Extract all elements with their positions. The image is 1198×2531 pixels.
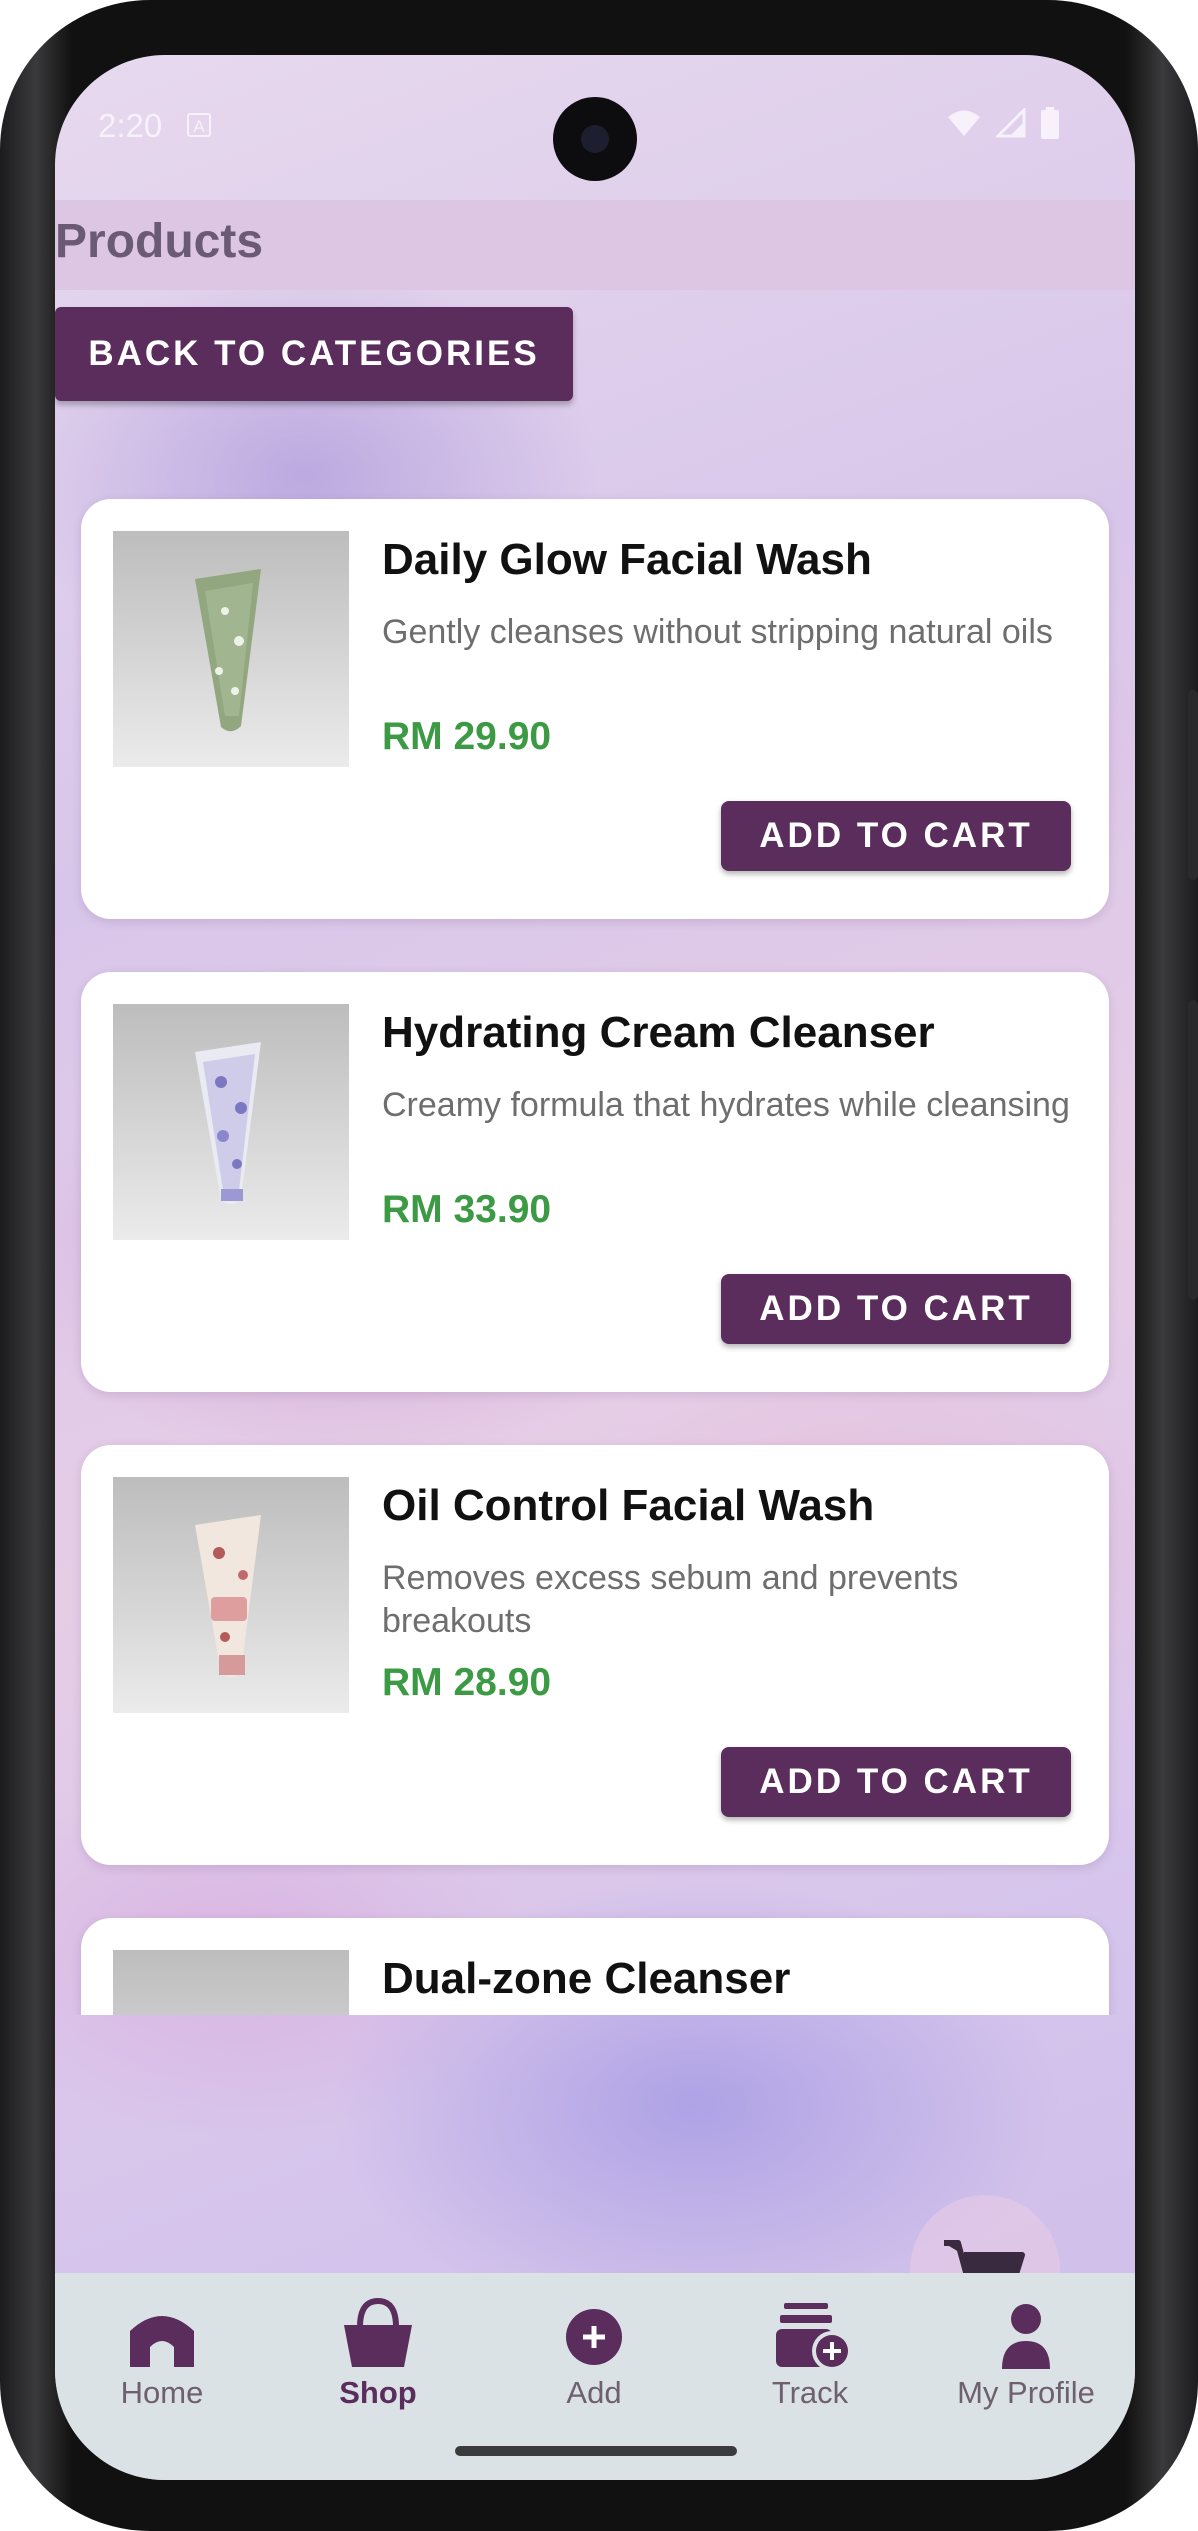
product-image bbox=[113, 1950, 349, 2015]
add-to-cart-button[interactable]: ADD TO CART bbox=[721, 1747, 1071, 1817]
nav-item-track[interactable]: Track bbox=[710, 2295, 910, 2410]
page-title: Products bbox=[55, 215, 264, 268]
product-price: RM 28.90 bbox=[382, 1661, 552, 1704]
back-to-categories-button[interactable]: BACK TO CATEGORIES bbox=[55, 307, 573, 401]
signal-icon bbox=[996, 108, 1026, 138]
product-name: Oil Control Facial Wash bbox=[382, 1481, 875, 1530]
shopping-bag-icon bbox=[344, 2297, 412, 2367]
nav-label: Shop bbox=[339, 2375, 417, 2410]
nav-item-my-profile[interactable]: My Profile bbox=[926, 2295, 1126, 2410]
product-list[interactable]: Daily Glow Facial Wash Gently cleanses w… bbox=[55, 415, 1135, 2015]
product-price: RM 29.90 bbox=[382, 715, 552, 758]
add-circle-icon bbox=[566, 2309, 622, 2365]
nav-item-home[interactable]: Home bbox=[62, 2295, 262, 2410]
add-to-cart-button[interactable]: ADD TO CART bbox=[721, 1274, 1071, 1344]
person-icon bbox=[1002, 2304, 1050, 2369]
screen: 2:20 A Products BACK TO CATEGORIES Daily… bbox=[55, 55, 1135, 2480]
product-card: Daily Glow Facial Wash Gently cleanses w… bbox=[81, 499, 1109, 919]
product-name: Dual-zone Cleanser bbox=[382, 1954, 791, 2003]
product-image bbox=[113, 1004, 349, 1240]
nav-label: My Profile bbox=[957, 2375, 1095, 2410]
product-name: Daily Glow Facial Wash bbox=[382, 535, 872, 584]
power-button bbox=[1188, 1000, 1198, 1300]
wifi-icon bbox=[948, 110, 980, 136]
home-icon bbox=[130, 2316, 194, 2367]
product-description: Removes excess sebum and prevents breako… bbox=[382, 1559, 959, 1640]
nav-label: Add bbox=[566, 2375, 622, 2410]
volume-button bbox=[1188, 690, 1198, 880]
product-card: Oil Control Facial Wash Removes excess s… bbox=[81, 1445, 1109, 1865]
product-name: Hydrating Cream Cleanser bbox=[382, 1008, 935, 1057]
phone-frame: 2:20 A Products BACK TO CATEGORIES Daily… bbox=[0, 0, 1198, 2531]
bottom-navigation: Home Shop Add Track My Profile bbox=[55, 2273, 1135, 2480]
nav-label: Home bbox=[120, 2375, 204, 2410]
notification-icon: A bbox=[187, 113, 211, 137]
product-card: Dual-zone Cleanser bbox=[81, 1918, 1109, 2015]
nav-label: Track bbox=[771, 2375, 849, 2410]
front-camera bbox=[553, 97, 637, 181]
status-time: 2:20 bbox=[98, 107, 163, 144]
track-orders-icon bbox=[776, 2303, 852, 2371]
product-description: Gently cleanses without stripping natura… bbox=[382, 613, 1053, 651]
nav-item-shop[interactable]: Shop bbox=[278, 2295, 478, 2410]
app-bar: Products bbox=[55, 200, 1135, 290]
product-card: Hydrating Cream Cleanser Creamy formula … bbox=[81, 972, 1109, 1392]
home-indicator[interactable] bbox=[455, 2446, 737, 2456]
add-to-cart-button[interactable]: ADD TO CART bbox=[721, 801, 1071, 871]
status-icons bbox=[946, 107, 1060, 139]
nav-item-add[interactable]: Add bbox=[494, 2295, 694, 2410]
product-description: Creamy formula that hydrates while clean… bbox=[382, 1086, 1070, 1124]
battery-icon bbox=[1041, 107, 1059, 139]
status-bar: 2:20 A bbox=[55, 55, 1135, 200]
product-image bbox=[113, 531, 349, 767]
product-price: RM 33.90 bbox=[382, 1188, 552, 1231]
product-image bbox=[113, 1477, 349, 1713]
